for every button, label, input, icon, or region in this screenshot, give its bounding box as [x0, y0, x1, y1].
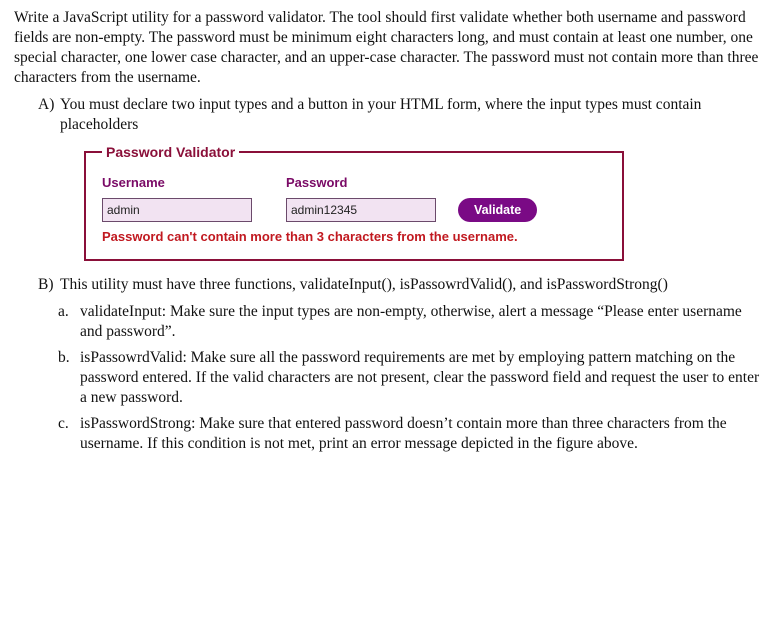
- list-body-a: You must declare two input types and a b…: [60, 95, 764, 135]
- password-input[interactable]: [286, 198, 436, 222]
- subitem-c: c. isPasswordStrong: Make sure that ente…: [58, 414, 764, 454]
- submarker-a: a.: [58, 302, 80, 342]
- submarker-b: b.: [58, 348, 80, 408]
- question-intro: Write a JavaScript utility for a passwor…: [14, 8, 764, 89]
- labels-row: Username Password: [102, 175, 606, 192]
- password-cell: [286, 198, 442, 222]
- subbody-c: isPasswordStrong: Make sure that entered…: [80, 414, 764, 454]
- username-label: Username: [102, 175, 270, 192]
- button-cell: Validate: [458, 198, 537, 222]
- submarker-c: c.: [58, 414, 80, 454]
- fieldset-legend: Password Validator: [102, 143, 239, 161]
- password-validator-fieldset: Password Validator Username Password Val…: [84, 143, 624, 262]
- list-marker-a: A): [38, 95, 60, 135]
- subitem-b: b. isPassowrdValid: Make sure all the pa…: [58, 348, 764, 408]
- subitem-a: a. validateInput: Make sure the input ty…: [58, 302, 764, 342]
- list-body-b: This utility must have three functions, …: [60, 275, 764, 295]
- error-message: Password can't contain more than 3 chara…: [102, 228, 606, 246]
- subbody-b: isPassowrdValid: Make sure all the passw…: [80, 348, 764, 408]
- password-label: Password: [286, 175, 442, 192]
- list-item-a: A) You must declare two input types and …: [38, 95, 764, 135]
- subbody-a: validateInput: Make sure the input types…: [80, 302, 764, 342]
- sublist: a. validateInput: Make sure the input ty…: [58, 302, 764, 455]
- validate-button[interactable]: Validate: [458, 198, 537, 222]
- validator-figure: Password Validator Username Password Val…: [84, 143, 624, 262]
- list-item-b: B) This utility must have three function…: [38, 275, 764, 295]
- username-cell: [102, 198, 270, 222]
- list-marker-b: B): [38, 275, 60, 295]
- inputs-row: Validate: [102, 198, 606, 222]
- username-input[interactable]: [102, 198, 252, 222]
